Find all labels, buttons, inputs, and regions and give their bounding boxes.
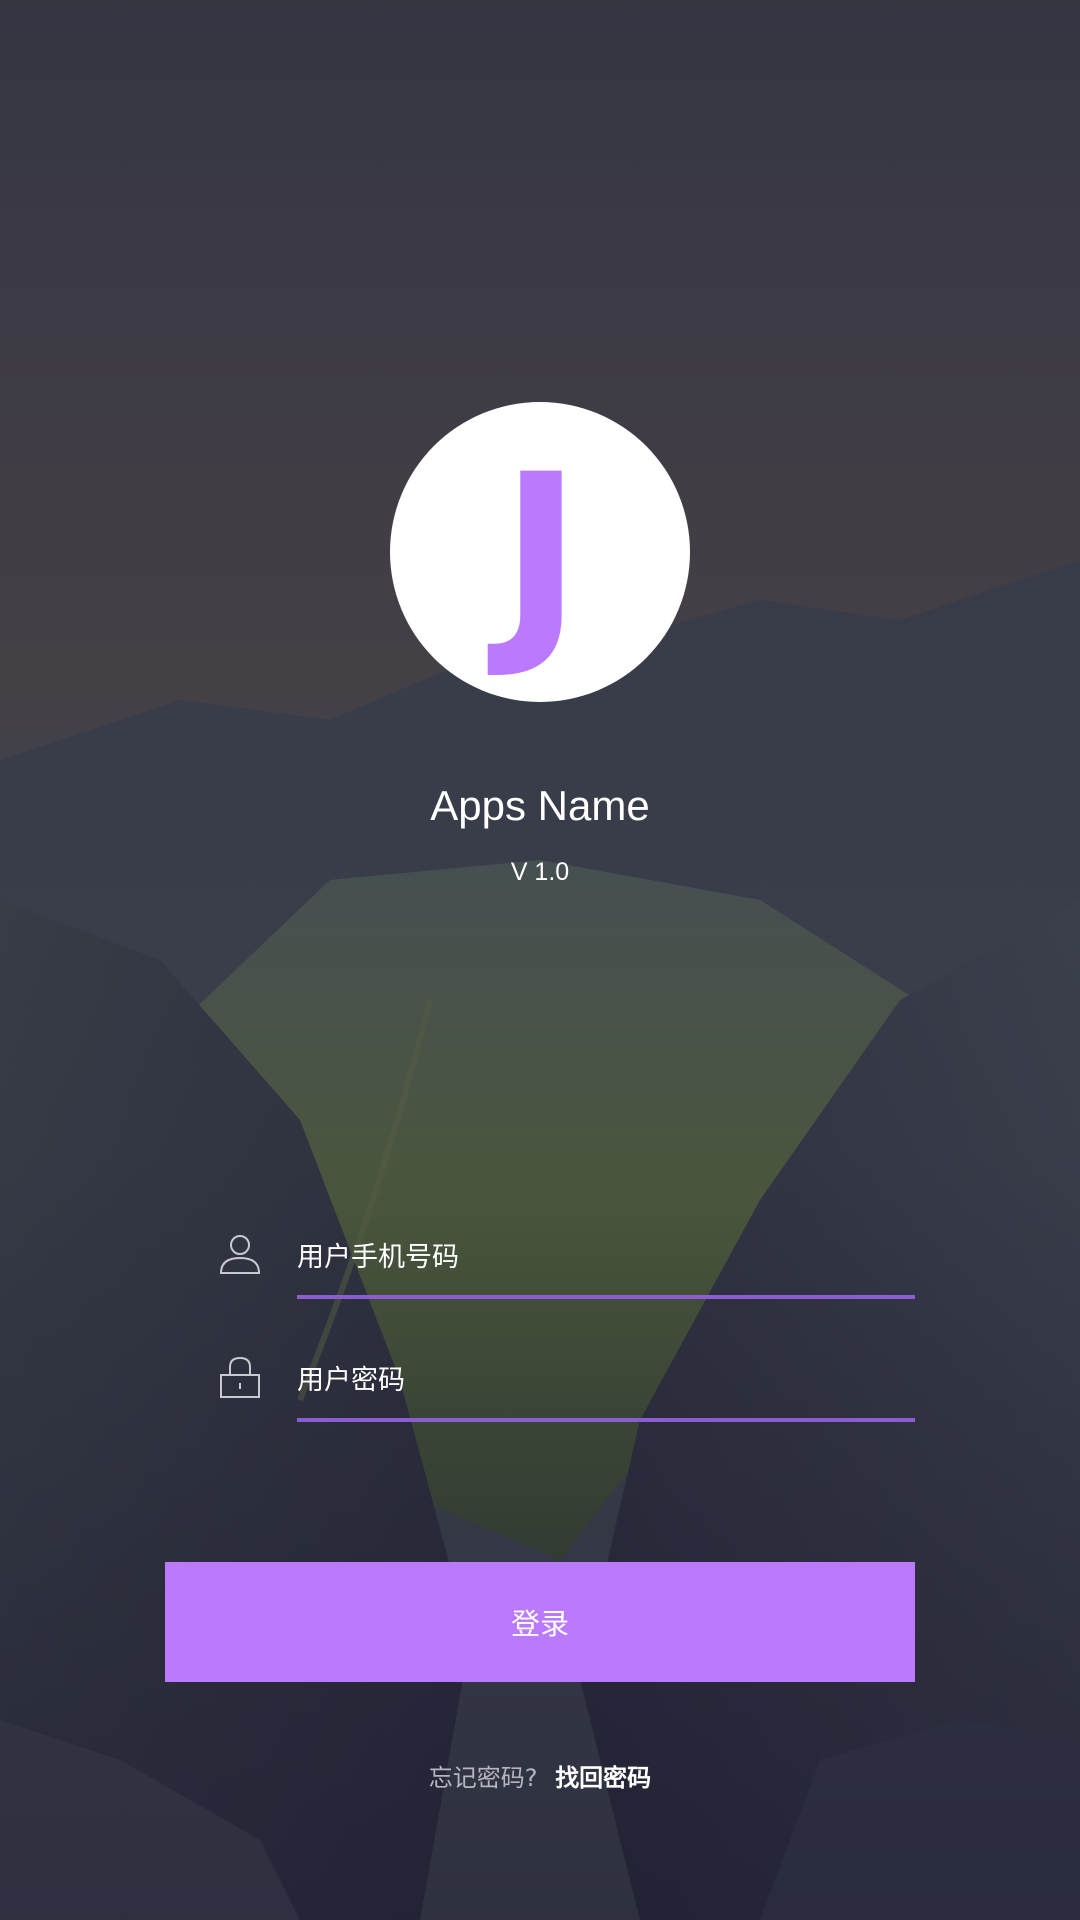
password-underline [297,1418,915,1422]
forgot-password-row: 忘记密码? 找回密码 [0,1758,1080,1793]
app-logo: J [390,402,690,702]
password-input[interactable] [297,1345,915,1415]
recover-password-link[interactable]: 找回密码 [555,1764,651,1792]
login-screen: J Apps Name V 1.0 登录 忘记密码? 找回密码 [0,0,1080,1920]
phone-input[interactable] [297,1222,915,1292]
login-button[interactable]: 登录 [165,1562,915,1682]
phone-underline [297,1295,915,1299]
password-field [218,1345,915,1425]
forgot-password-label: 忘记密码? [428,1764,538,1792]
lock-icon [218,1355,262,1399]
user-icon [218,1232,262,1276]
phone-field [218,1222,915,1302]
app-name: Apps Name [430,782,650,829]
logo-letter: J [500,427,582,683]
app-version: V 1.0 [510,858,570,886]
